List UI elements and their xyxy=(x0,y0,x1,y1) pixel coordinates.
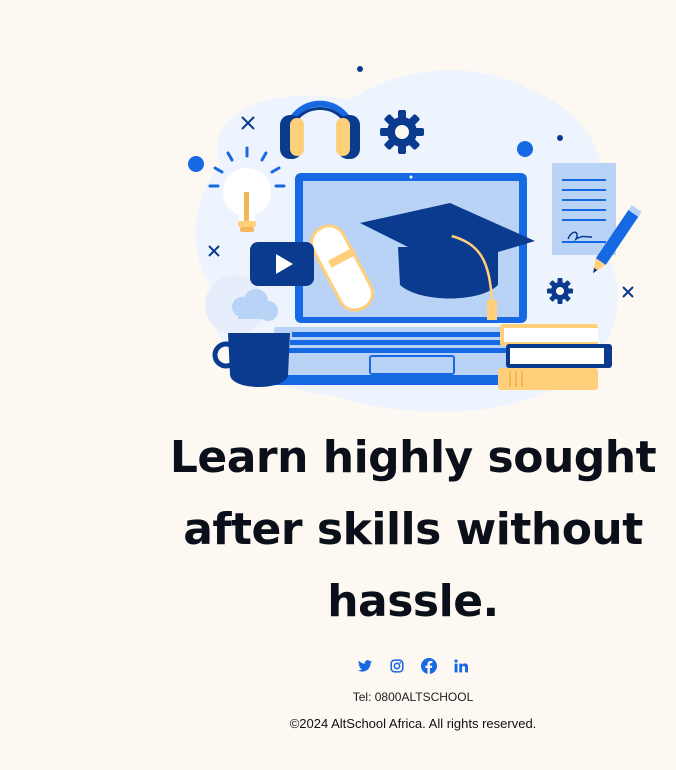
twitter-link[interactable] xyxy=(357,655,373,677)
hero-headline: Learn highly sought after skills without… xyxy=(169,432,657,627)
education-illustration xyxy=(188,66,642,412)
facebook-link[interactable] xyxy=(421,655,437,677)
dot-icon xyxy=(357,66,363,72)
instagram-link[interactable] xyxy=(389,655,405,677)
document-icon xyxy=(552,163,616,255)
instagram-icon xyxy=(390,659,404,673)
dot-icon xyxy=(517,141,533,157)
gear-icon xyxy=(380,110,424,154)
dot-icon xyxy=(188,156,204,172)
footer-copyright: ©2024 AltSchool Africa. All rights reser… xyxy=(289,716,537,731)
linkedin-icon xyxy=(454,659,468,673)
social-links xyxy=(150,655,676,677)
books-icon xyxy=(498,324,612,390)
twitter-icon xyxy=(358,660,372,672)
linkedin-link[interactable] xyxy=(453,655,469,677)
facebook-icon xyxy=(421,658,437,674)
footer-phone: Tel: 0800ALTSCHOOL xyxy=(352,690,474,704)
cross-icon xyxy=(622,286,634,298)
dot-icon xyxy=(557,135,563,141)
video-play-icon xyxy=(250,242,314,286)
signup-hero-page: Learn highly sought after skills without… xyxy=(0,0,676,770)
gear-icon xyxy=(547,278,573,304)
